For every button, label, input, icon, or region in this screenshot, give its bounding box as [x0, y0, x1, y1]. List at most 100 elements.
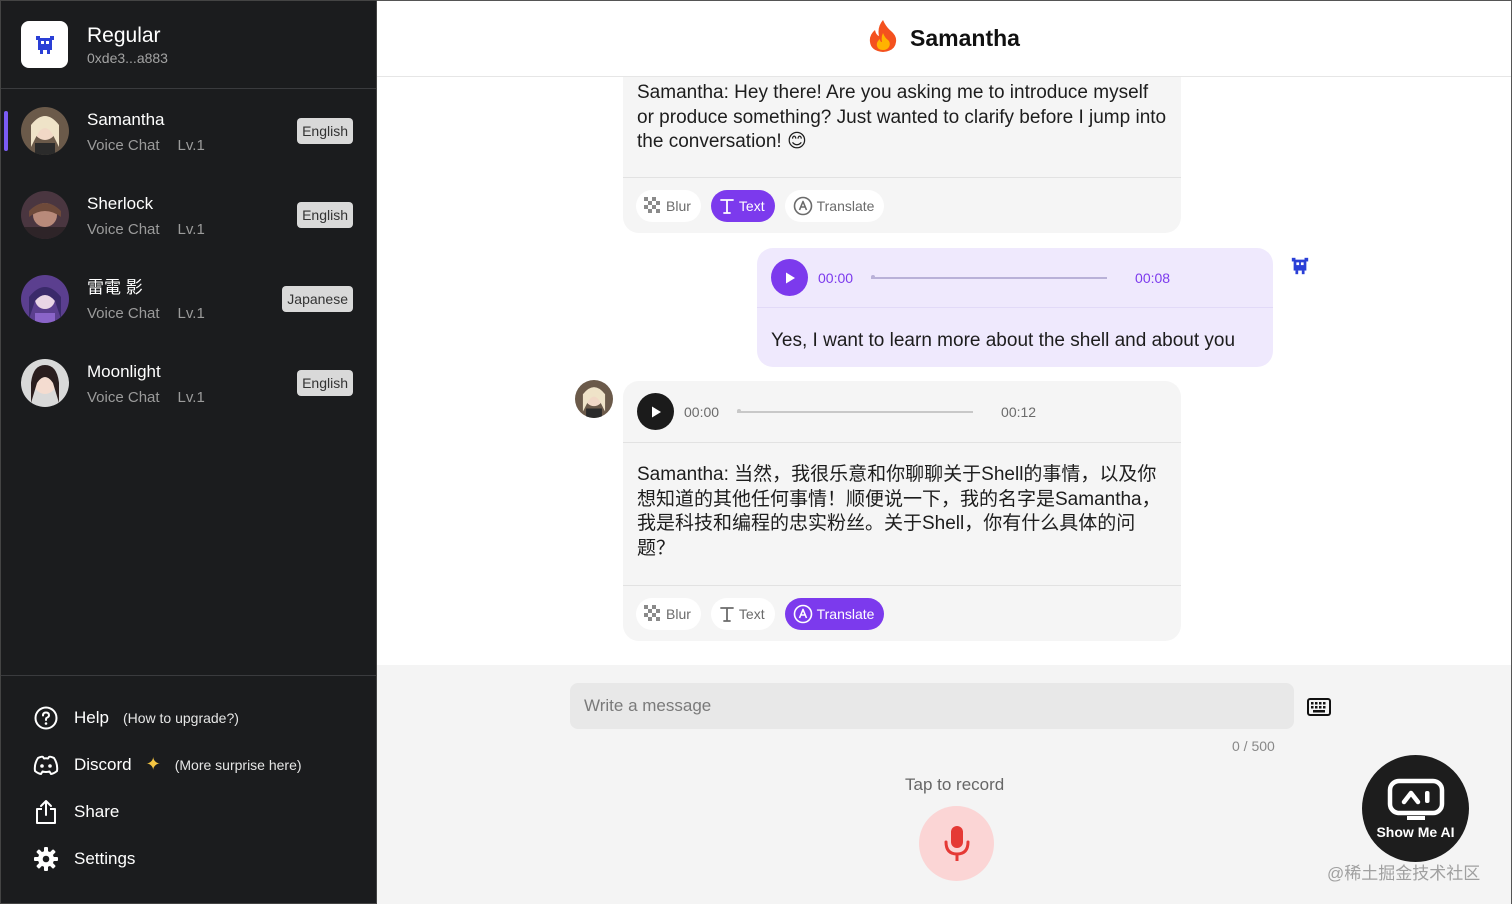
logo-text: Show Me AI — [1376, 823, 1455, 840]
discord-link[interactable]: Discord ✦ (More surprise here) — [1, 741, 376, 788]
language-badge: English — [297, 370, 353, 396]
character-name: 雷電 影 — [87, 277, 143, 297]
audio-current-time: 00:00 — [684, 403, 720, 420]
blur-button[interactable]: Blur — [636, 597, 701, 630]
help-label: Help — [74, 707, 109, 727]
character-list: Samantha Voice Chat Lv.1 English Sherlock… — [1, 89, 376, 425]
character-type: Voice Chat — [87, 304, 160, 322]
watermark-credit: @稀土掘金技术社区 — [1327, 864, 1481, 883]
discord-icon — [33, 752, 59, 778]
character-name: Sherlock — [87, 193, 154, 213]
translate-button[interactable]: Translate — [784, 189, 885, 222]
chat-panel: Samantha Samantha: Hey there! Are you as… — [377, 0, 1512, 904]
translate-icon — [793, 604, 813, 624]
assistant-message: 00:00 00:12 Samantha: 当然，我很乐意和你聊聊关于Shell… — [623, 381, 1181, 641]
question-circle-icon — [33, 705, 59, 731]
character-type: Voice Chat — [87, 388, 160, 406]
play-button[interactable] — [771, 259, 808, 296]
record-button[interactable] — [919, 806, 994, 881]
audio-player: 00:00 00:12 — [623, 381, 1181, 443]
message-text: Samantha: Hey there! Are you asking me t… — [637, 82, 1167, 152]
message-toolbar: Blur Text Translate — [623, 177, 1181, 233]
language-badge: English — [297, 202, 353, 228]
assistant-avatar — [575, 380, 613, 418]
share-link[interactable]: Share — [1, 788, 376, 835]
play-icon — [651, 406, 661, 417]
user-avatar — [1290, 256, 1310, 276]
gear-icon — [33, 846, 59, 872]
sidebar-footer: Help (How to upgrade?) Discord ✦ (More s… — [1, 675, 376, 903]
chat-title: Samantha — [910, 25, 1020, 51]
character-avatar — [21, 191, 69, 239]
character-type: Voice Chat — [87, 220, 160, 238]
text-label: Text — [738, 605, 765, 622]
text-button[interactable]: Text — [710, 189, 775, 222]
help-link[interactable]: Help (How to upgrade?) — [1, 694, 376, 741]
audio-duration: 00:12 — [1001, 403, 1037, 420]
blur-label: Blur — [666, 197, 691, 214]
language-badge: English — [297, 118, 353, 144]
discord-label: Discord — [74, 754, 132, 774]
message-toolbar: Blur Text Translate — [623, 585, 1181, 641]
translate-label: Translate — [816, 197, 875, 214]
show-me-ai-logo: Show Me AI — [1362, 755, 1469, 862]
audio-progress-track[interactable] — [871, 274, 1108, 279]
profile-header[interactable]: Regular 0xde3...a883 — [1, 1, 376, 89]
sparkle-icon: ✦ — [145, 754, 161, 774]
audio-progress-track[interactable] — [737, 408, 974, 413]
settings-link[interactable]: Settings — [1, 835, 376, 882]
play-icon — [785, 272, 795, 283]
microphone-icon — [944, 825, 969, 861]
robot-avatar-icon — [1291, 257, 1309, 275]
character-name: Samantha — [87, 109, 165, 129]
text-icon — [719, 198, 735, 214]
blur-icon — [644, 604, 662, 623]
blur-button[interactable]: Blur — [636, 189, 701, 222]
character-type: Voice Chat — [87, 136, 160, 154]
assistant-message: Samantha: Hey there! Are you asking me t… — [623, 77, 1181, 233]
audio-current-time: 00:00 — [818, 269, 854, 286]
share-label: Share — [74, 801, 120, 821]
settings-label: Settings — [74, 848, 136, 868]
keyboard-icon[interactable] — [1307, 698, 1331, 721]
character-level: Lv.1 — [177, 304, 205, 322]
character-item-sherlock[interactable]: Sherlock Voice Chat Lv.1 English — [1, 173, 376, 257]
help-note[interactable]: (How to upgrade?) — [123, 710, 239, 726]
message-input[interactable] — [570, 683, 1294, 729]
text-button[interactable]: Text — [710, 597, 775, 630]
text-icon — [719, 606, 735, 622]
character-level: Lv.1 — [177, 136, 205, 154]
play-button[interactable] — [637, 393, 674, 430]
character-level: Lv.1 — [177, 388, 205, 406]
profile-avatar — [21, 21, 68, 68]
sidebar: Regular 0xde3...a883 Samantha Voice Chat… — [0, 0, 377, 904]
blur-label: Blur — [666, 605, 691, 622]
fire-icon — [868, 19, 898, 58]
composer: 0 / 500 Tap to record Show Me AI @稀土掘金技术… — [377, 665, 1511, 904]
profile-name: Regular — [87, 23, 161, 47]
character-item-raiden[interactable]: 雷電 影 Voice Chat Lv.1 Japanese — [1, 257, 376, 341]
translate-label: Translate — [816, 605, 875, 622]
translate-button[interactable]: Translate — [784, 597, 885, 630]
chat-header: Samantha — [377, 1, 1511, 77]
discord-note[interactable]: (More surprise here) — [175, 757, 302, 773]
robot-face-icon — [1387, 778, 1444, 820]
character-avatar — [21, 275, 69, 323]
character-level: Lv.1 — [177, 220, 205, 238]
user-message: 00:00 00:08 Yes, I want to learn more ab… — [757, 248, 1273, 367]
character-item-moonlight[interactable]: Moonlight Voice Chat Lv.1 English — [1, 341, 376, 425]
character-avatar — [21, 107, 69, 155]
character-item-samantha[interactable]: Samantha Voice Chat Lv.1 English — [1, 89, 376, 173]
message-list[interactable]: Samantha: Hey there! Are you asking me t… — [377, 77, 1511, 665]
message-text: Samantha: 当然，我很乐意和你聊聊关于Shell的事情，以及你想知道的其… — [637, 464, 1161, 559]
message-text: Yes, I want to learn more about the shel… — [771, 330, 1236, 351]
blur-icon — [644, 196, 662, 215]
translate-icon — [793, 196, 813, 216]
record-hint: Tap to record — [905, 775, 1005, 794]
share-icon — [33, 799, 59, 825]
wallet-address: 0xde3...a883 — [87, 49, 168, 66]
audio-player: 00:00 00:08 — [757, 248, 1273, 308]
audio-duration: 00:08 — [1135, 269, 1171, 286]
robot-avatar-icon — [35, 35, 54, 54]
text-label: Text — [738, 197, 765, 214]
